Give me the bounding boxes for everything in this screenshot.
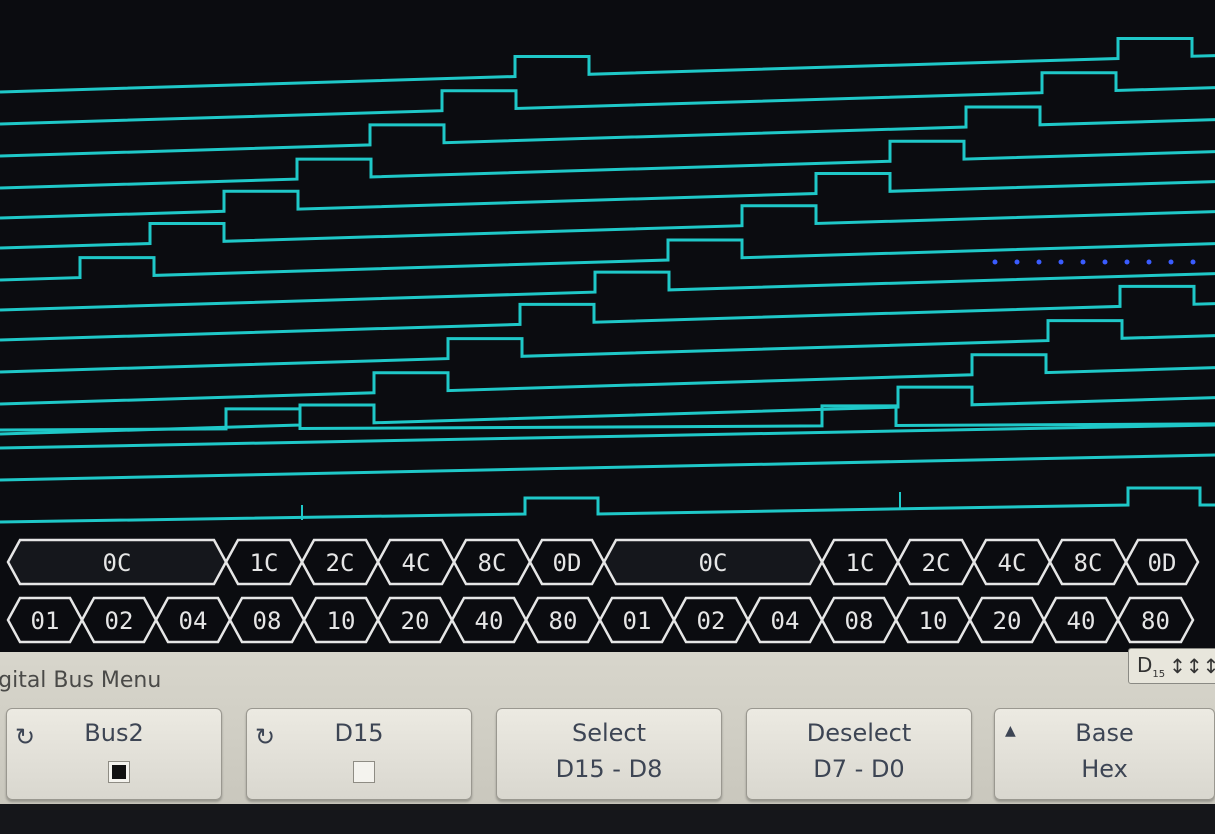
dot-marker [1102,259,1108,265]
digital-trace [0,453,1215,482]
dot-marker [1190,259,1196,265]
softkey-bus2[interactable]: ↻ Bus2 [6,708,222,800]
softkey-select-range: D15 - D8 [555,755,663,783]
digital-trace [0,238,1215,282]
softkey-base-value: Hex [1081,755,1128,783]
bus-lower-value: 01 [623,607,652,635]
softkey-deselect-label: Deselect [806,719,912,747]
softkey-d15-label: D15 [334,719,384,747]
waveform-display: 0C 1C 2C 4C 8C 0D 0C 1C 2C 4C 8C 0D 01 02 04 08 10 20 40 80… [0,37,1215,644]
arrows-updown-icon: ↕↕↕ [1169,654,1215,678]
bus-lower-value: 01 [31,607,60,635]
bus-upper-value: 8C [1074,549,1103,577]
channel-indicator-label: D15 [1137,652,1166,680]
bus-upper-value: 0C [699,549,728,577]
bus-lower-value: 10 [327,607,356,635]
bus-lower-value: 02 [105,607,134,635]
d15-checkbox[interactable] [353,761,375,783]
digital-trace [0,105,1215,158]
bus-upper-value: 0D [1148,549,1177,577]
digital-trace [0,284,1215,342]
digital-trace [0,172,1215,220]
bus-upper-value: 0D [553,549,582,577]
digital-trace [0,486,1215,524]
bus-lower-value: 08 [253,607,282,635]
digital-trace [0,404,1215,432]
softkey-deselect-d7-d0[interactable]: Deselect D7 - D0 [746,708,972,800]
bus-lower-value: 08 [845,607,874,635]
bus-lower-value: 04 [771,607,800,635]
dot-marker [1058,259,1064,265]
softkey-d15[interactable]: ↻ D15 [246,708,472,800]
bus-lower-value: 80 [1141,607,1170,635]
softkey-base-hex[interactable]: ▲ Base Hex [994,708,1215,800]
channel-indicator: D15 ↕↕↕ [1128,648,1215,684]
bus-lower-value: 40 [1067,607,1096,635]
bus-lower-value: 02 [697,607,726,635]
softkey-select-label: Select [571,719,647,747]
bus-upper-value: 1C [846,549,875,577]
menu-title: igital Bus Menu [0,668,162,693]
digital-trace [0,71,1215,126]
bus-lower-value: 40 [475,607,504,635]
bus-upper-value: 2C [326,549,355,577]
softkey-bus2-label: Bus2 [84,719,144,747]
dot-marker [1080,259,1086,265]
bus-lower-value: 20 [993,607,1022,635]
bus-lower-value: 04 [179,607,208,635]
digital-trace [0,353,1215,406]
bus-lower-value: 10 [919,607,948,635]
dot-marker [1168,259,1174,265]
softkey-base-label: Base [1075,719,1134,747]
softkey-deselect-range: D7 - D0 [813,755,905,783]
bus-upper-value: 1C [250,549,279,577]
dot-marker [1014,259,1020,265]
softkey-select-d15-d8[interactable]: Select D15 - D8 [496,708,722,800]
digital-trace [0,37,1215,94]
bezel [0,804,1215,834]
digital-trace [0,139,1215,190]
dot-marker [1036,259,1042,265]
digital-trace [0,319,1215,374]
bus-upper-value: 2C [922,549,951,577]
bus-lower-value: 20 [401,607,430,635]
dot-marker [1124,259,1130,265]
bus-lower-value: 80 [549,607,578,635]
dot-marker [992,259,998,265]
bus-upper-value: 4C [402,549,431,577]
bus2-checkbox[interactable] [108,761,130,783]
dot-marker [1146,259,1152,265]
bus-upper-value: 8C [478,549,507,577]
digital-trace [0,270,1215,312]
bus-upper-value: 0C [103,549,132,577]
bus-upper-value: 4C [998,549,1027,577]
